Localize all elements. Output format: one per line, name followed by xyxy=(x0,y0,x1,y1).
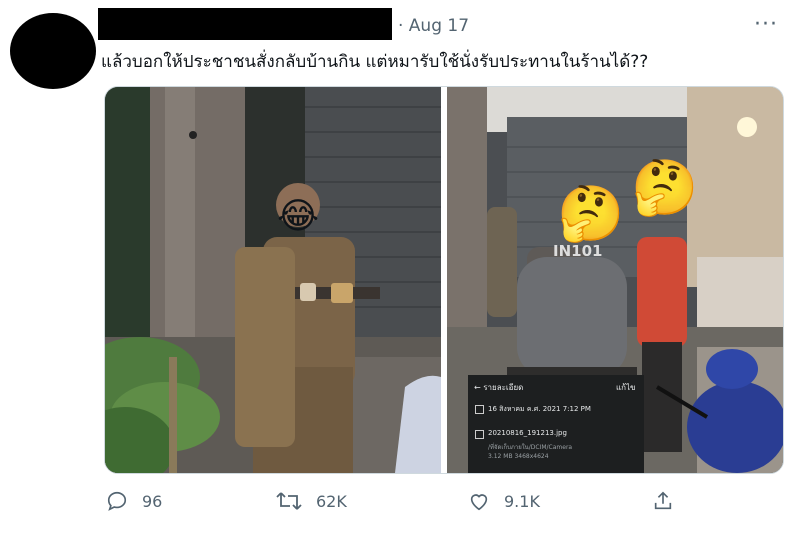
like-button[interactable]: 9.1K xyxy=(468,490,540,512)
retweet-icon xyxy=(276,490,302,512)
more-options-icon[interactable]: ··· xyxy=(754,12,778,37)
edit-label: แก้ไข xyxy=(616,383,636,392)
photo-datetime: 16 สิงหาคม ค.ศ. 2021 7:12 PM xyxy=(488,405,591,413)
details-header: ← รายละเอียด xyxy=(474,383,524,392)
reply-icon xyxy=(106,490,128,512)
redacted-username[interactable] xyxy=(98,8,392,40)
face-cover-emoji: 😂 xyxy=(277,196,320,237)
photo-left[interactable]: 😂 xyxy=(105,87,441,473)
share-button[interactable] xyxy=(652,490,674,512)
share-icon xyxy=(652,490,674,512)
photo-right[interactable]: IN101 🤔 🤔 ← รายละเอียด แก้ไข 16 สิงหาคม … xyxy=(447,87,783,473)
tweet-actions: 96 62K 9.1K xyxy=(0,480,800,530)
tweet-date[interactable]: · Aug 17 xyxy=(398,16,469,36)
like-count: 9.1K xyxy=(504,491,540,511)
avatar[interactable] xyxy=(10,13,96,89)
face-cover-emoji: 🤔 xyxy=(631,156,699,219)
heart-icon xyxy=(468,490,490,512)
image-icon xyxy=(475,430,484,439)
reply-button[interactable]: 96 xyxy=(106,490,162,512)
image-details-panel: ← รายละเอียด แก้ไข 16 สิงหาคม ค.ศ. 2021 … xyxy=(468,375,644,473)
photo-left-image xyxy=(105,87,441,473)
photo-meta: 3.12 MB 3468x4624 xyxy=(488,453,549,460)
calendar-icon xyxy=(475,405,484,414)
face-cover-emoji: 🤔 xyxy=(557,182,625,245)
photo-filename: 20210816_191213.jpg xyxy=(488,429,567,437)
reply-count: 96 xyxy=(142,491,163,511)
photo-path: /ที่จัดเก็บภายใน/DCIM/Camera xyxy=(488,444,573,451)
tweet-media[interactable]: 😂 IN101 🤔 🤔 ← รายละเอียด แก้ไข 16 สิงหาค… xyxy=(104,86,784,474)
retweet-count: 62K xyxy=(316,491,347,511)
tweet-text: แล้วบอกให้ประชาชนสั่งกลับบ้านกิน แต่หมาร… xyxy=(101,52,649,72)
retweet-button[interactable]: 62K xyxy=(276,490,347,512)
